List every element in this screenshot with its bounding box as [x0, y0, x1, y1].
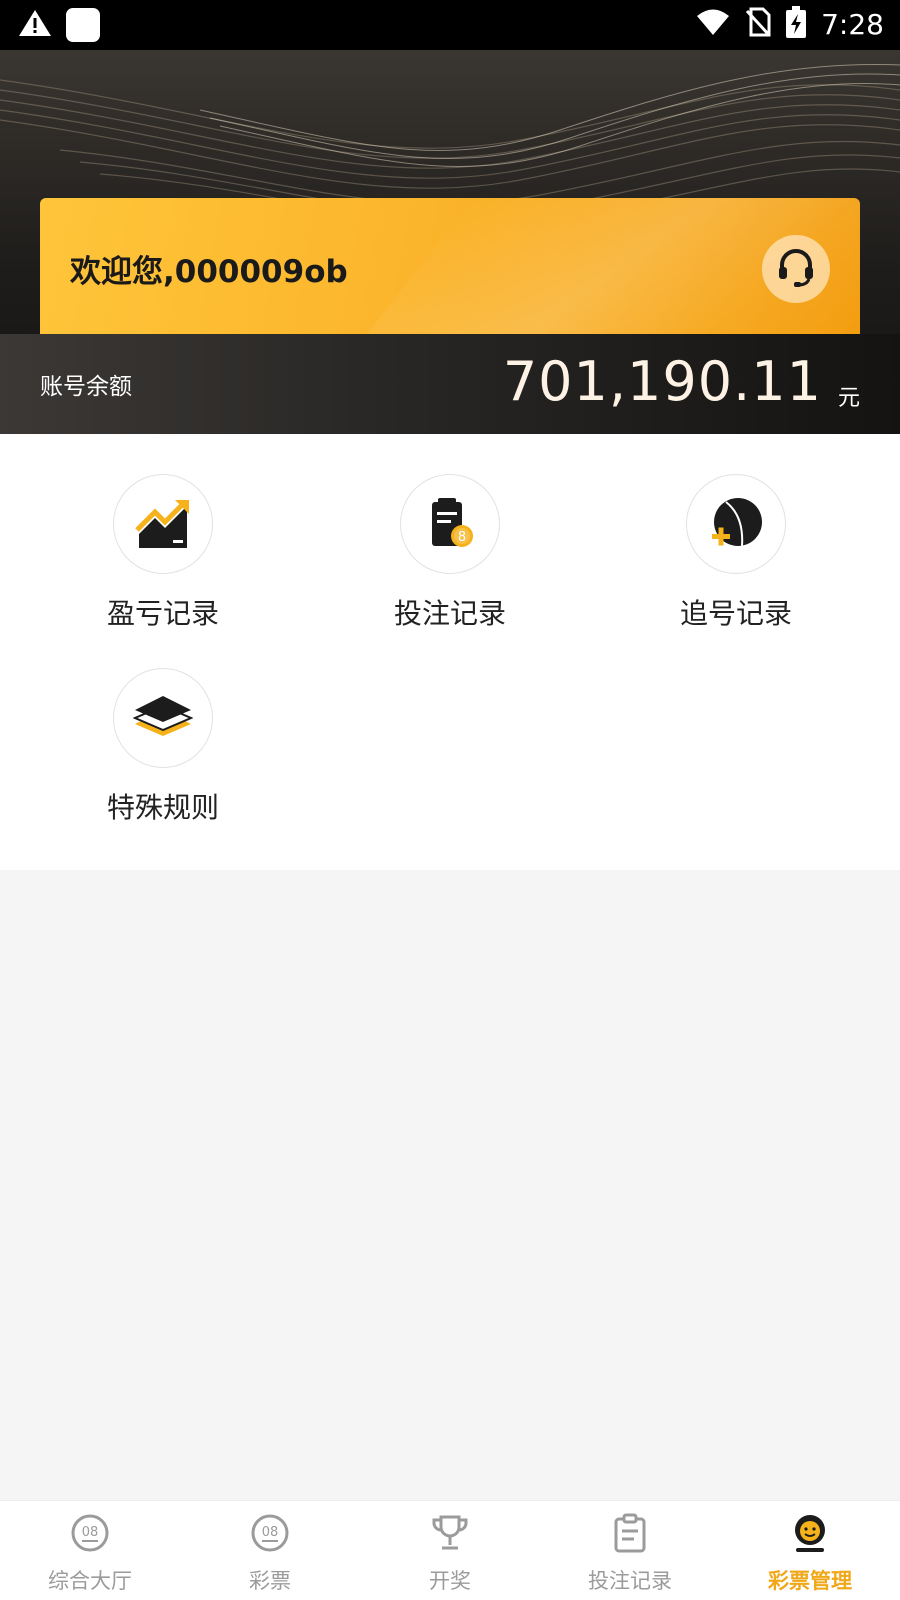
lobby-ball-icon: 08	[0, 1511, 180, 1555]
layers-icon	[113, 668, 213, 768]
balance-bar: 账号余额 701,190.11 元	[0, 334, 900, 434]
nav-tab-lottery[interactable]: 08 彩票	[180, 1511, 360, 1595]
clipboard-icon	[540, 1511, 720, 1555]
app-square-icon	[66, 8, 100, 42]
warning-icon	[18, 8, 52, 42]
nav-label: 彩票	[249, 1569, 291, 1593]
account-header: 欢迎您,000009ob 账号余额 701,190.11 元	[0, 50, 900, 434]
balance-label: 账号余额	[40, 374, 132, 400]
menu-label: 追号记录	[679, 597, 792, 630]
menu-item-bet-records[interactable]: 8 投注记录	[350, 474, 550, 632]
svg-text:08: 08	[82, 1525, 99, 1540]
nav-tab-lottery-management[interactable]: 彩票管理	[720, 1511, 900, 1595]
lottery-ball-icon: 08	[180, 1511, 360, 1555]
welcome-card: 欢迎您,000009ob	[40, 198, 860, 334]
headset-icon	[774, 245, 818, 293]
balance-amount: 701,190.11	[502, 350, 822, 413]
menu-item-special-rules[interactable]: 特殊规则	[63, 668, 263, 826]
customer-support-button[interactable]	[762, 235, 830, 303]
nav-label: 开奖	[429, 1569, 471, 1593]
nav-tab-bet-records[interactable]: 投注记录	[540, 1511, 720, 1595]
battery-charging-icon	[785, 6, 807, 42]
status-time: 7:28	[821, 7, 884, 41]
nav-tab-lobby[interactable]: 08 综合大厅	[0, 1511, 180, 1595]
wifi-icon	[695, 7, 731, 41]
profile-icon	[720, 1511, 900, 1555]
welcome-text: 欢迎您,000009ob	[70, 254, 348, 290]
balance-unit: 元	[837, 386, 860, 411]
svg-text:8: 8	[458, 530, 466, 545]
menu-label: 盈亏记录	[106, 597, 219, 630]
trophy-icon	[360, 1511, 540, 1555]
nav-label: 投注记录	[588, 1569, 672, 1593]
nav-label: 彩票管理	[768, 1569, 852, 1593]
status-bar: 7:28	[0, 0, 900, 50]
menu-item-profit-loss[interactable]: 盈亏记录	[63, 474, 263, 632]
bottom-navigation: 08 综合大厅 08 彩票 开奖 投注记录 彩票管理	[0, 1500, 900, 1600]
nav-tab-draw-results[interactable]: 开奖	[360, 1511, 540, 1595]
records-menu: 盈亏记录 8 投注记录 追号记录 特殊规则	[0, 434, 900, 870]
menu-item-chase-records[interactable]: 追号记录	[636, 474, 836, 632]
no-sim-icon	[745, 7, 771, 41]
chase-ball-icon	[686, 474, 786, 574]
bet-clipboard-icon: 8	[400, 474, 500, 574]
nav-label: 综合大厅	[48, 1569, 132, 1593]
menu-label: 特殊规则	[106, 791, 219, 824]
svg-text:08: 08	[262, 1525, 279, 1540]
profit-chart-icon	[113, 474, 213, 574]
menu-label: 投注记录	[393, 597, 506, 630]
